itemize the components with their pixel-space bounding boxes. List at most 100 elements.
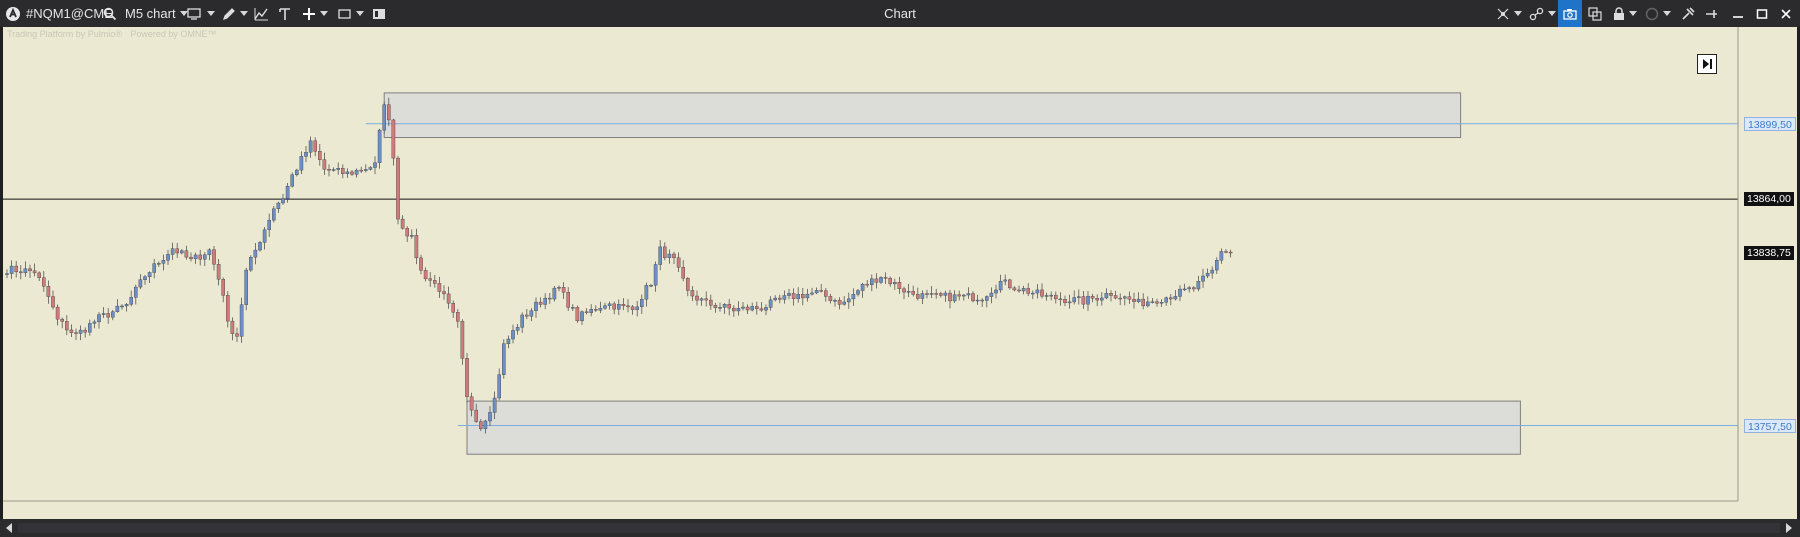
candle	[745, 304, 750, 314]
app-logo-icon[interactable]	[5, 0, 21, 27]
chevron-down-icon	[356, 11, 364, 16]
candle	[833, 298, 837, 307]
candle	[225, 291, 230, 328]
candle	[253, 242, 258, 265]
scroll-track[interactable]	[18, 523, 1780, 533]
candle	[368, 166, 373, 171]
layout-icon[interactable]	[372, 0, 386, 27]
candle	[750, 302, 754, 312]
candle	[722, 303, 727, 314]
candle	[1095, 294, 1099, 307]
candle	[626, 299, 630, 313]
candle	[244, 267, 249, 311]
zone-rect-1[interactable]	[383, 92, 1462, 139]
scroll-to-end-button[interactable]	[1697, 54, 1717, 74]
candle	[934, 288, 938, 299]
symbol-selector[interactable]: #NQM1@CME	[26, 0, 113, 27]
candle	[327, 164, 331, 177]
lock-dropdown[interactable]	[1613, 0, 1637, 27]
candle	[515, 323, 520, 335]
candle	[630, 304, 635, 315]
candle	[51, 290, 55, 310]
last-price-tag: 13838,75	[1744, 245, 1794, 260]
candle	[920, 290, 925, 304]
price-chart[interactable]	[3, 27, 1797, 519]
candle	[1086, 290, 1090, 311]
candle	[97, 312, 101, 329]
candle	[5, 269, 9, 279]
candle	[55, 304, 60, 326]
crosshair-icon	[302, 7, 316, 21]
candle	[322, 152, 327, 175]
monitor-dropdown[interactable]	[187, 0, 215, 27]
pencil-icon	[222, 7, 236, 21]
timeframe-dropdown[interactable]: M5 chart	[125, 0, 188, 27]
candle	[83, 327, 87, 338]
text-tool-icon[interactable]	[278, 0, 292, 27]
candle	[1219, 248, 1224, 264]
candle	[1003, 274, 1007, 286]
candle	[1136, 292, 1141, 304]
close-icon[interactable]	[1780, 0, 1792, 27]
candle	[980, 298, 984, 307]
candle	[1201, 268, 1205, 288]
candle	[755, 301, 759, 315]
horizontal-scrollbar[interactable]	[0, 519, 1800, 537]
camera-icon[interactable]	[1558, 0, 1582, 27]
minimize-icon[interactable]	[1732, 0, 1744, 27]
candle	[1228, 249, 1233, 258]
tools-icon[interactable]	[1681, 0, 1695, 27]
sync-icon	[1496, 7, 1510, 21]
candle	[1012, 286, 1017, 292]
candle	[640, 294, 644, 314]
drawing-tools-dropdown[interactable]	[222, 0, 248, 27]
candle	[129, 290, 133, 307]
candle	[566, 287, 570, 311]
scroll-right-icon[interactable]	[1786, 523, 1792, 533]
candle	[962, 293, 966, 301]
candle	[911, 285, 915, 297]
zone-rect-2[interactable]	[466, 400, 1521, 455]
link-dropdown[interactable]	[1529, 0, 1556, 27]
chart-area[interactable]: Trading Platform by Pulmio® Powered by O…	[3, 27, 1797, 519]
candle	[741, 301, 745, 311]
scroll-left-icon[interactable]	[6, 523, 12, 533]
window-icon	[338, 7, 352, 21]
candle	[1081, 291, 1086, 309]
candle	[299, 151, 304, 175]
crosshair-dropdown[interactable]	[302, 0, 328, 27]
candle	[1026, 283, 1030, 297]
maximize-icon[interactable]	[1756, 0, 1768, 27]
pin-icon[interactable]	[1704, 0, 1718, 27]
candle	[791, 288, 796, 306]
candle	[175, 242, 180, 258]
candle	[60, 317, 64, 329]
candle	[759, 302, 764, 312]
copy-window-icon[interactable]	[1588, 0, 1602, 27]
candle	[110, 309, 115, 321]
window-dropdown[interactable]	[338, 0, 364, 27]
candle	[1008, 278, 1012, 290]
candle	[525, 308, 529, 320]
candle	[1058, 292, 1063, 306]
candle	[202, 252, 207, 267]
candle	[695, 290, 699, 306]
candle	[828, 293, 833, 304]
search-icon[interactable]	[103, 0, 117, 27]
candle	[971, 291, 975, 303]
candle	[594, 305, 598, 312]
indicator-icon[interactable]	[254, 0, 269, 27]
candle	[1150, 298, 1155, 304]
candle	[410, 229, 414, 239]
candle	[405, 226, 410, 242]
candle	[14, 260, 19, 278]
candle	[879, 276, 883, 285]
sync-dropdown[interactable]	[1496, 0, 1522, 27]
candle	[433, 274, 437, 288]
candle	[571, 304, 575, 311]
candle	[598, 301, 603, 314]
candle	[1182, 283, 1187, 292]
circle-dropdown[interactable]	[1645, 0, 1671, 27]
candle	[304, 146, 308, 163]
candle	[948, 289, 952, 309]
